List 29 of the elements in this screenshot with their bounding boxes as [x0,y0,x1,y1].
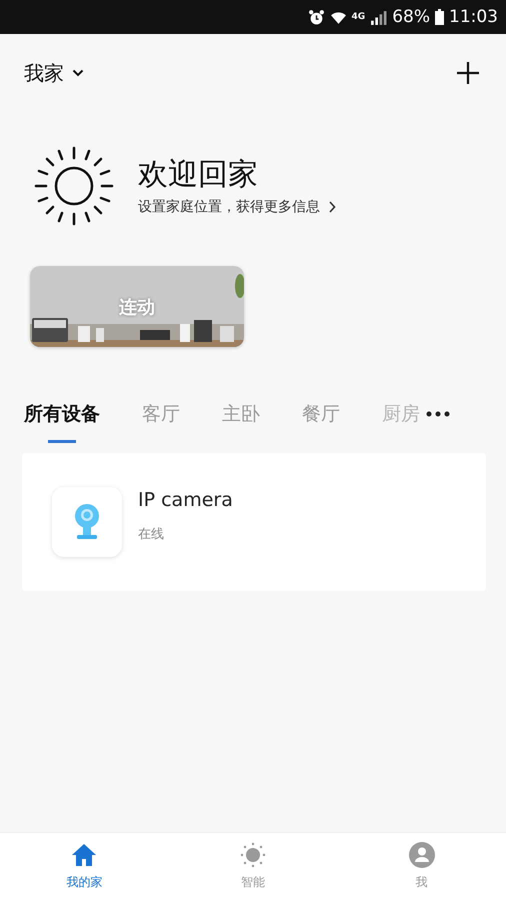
alarm-icon [308,8,325,26]
more-icon[interactable] [426,411,450,417]
nav-tab[interactable]: 我 [337,833,506,900]
home-icon [71,842,98,868]
signal-icon [370,8,388,26]
location-link[interactable]: 设置家庭位置，获得更多信息 [138,198,336,216]
sun-icon [240,842,266,868]
chevron-down-icon [72,69,84,77]
welcome-title: 欢迎回家 [138,156,259,194]
room-tab[interactable]: 客厅 [142,401,180,443]
room-tab[interactable]: 厨房 [382,401,420,443]
battery-percent: 68% [392,7,430,27]
room-tab[interactable]: 餐厅 [302,401,340,443]
profile-icon [408,842,435,868]
home-selector[interactable]: 我家 [24,60,84,86]
camera-icon [52,487,122,557]
add-icon[interactable] [456,61,480,85]
device-card[interactable]: IP camera 在线 [22,453,486,591]
sun-icon [34,146,114,226]
clock: 11:03 [449,7,498,27]
device-name: IP camera [138,489,233,511]
device-status: 在线 [138,526,165,543]
network-type: 4G [352,12,366,22]
room-tab[interactable]: 主卧 [222,401,260,443]
nav-tab[interactable]: 智能 [168,833,338,900]
room-tab[interactable]: 所有设备 [24,401,100,446]
battery-icon [435,9,444,25]
chevron-right-icon [328,201,336,213]
nav-tab[interactable]: 我的家 [0,833,169,900]
